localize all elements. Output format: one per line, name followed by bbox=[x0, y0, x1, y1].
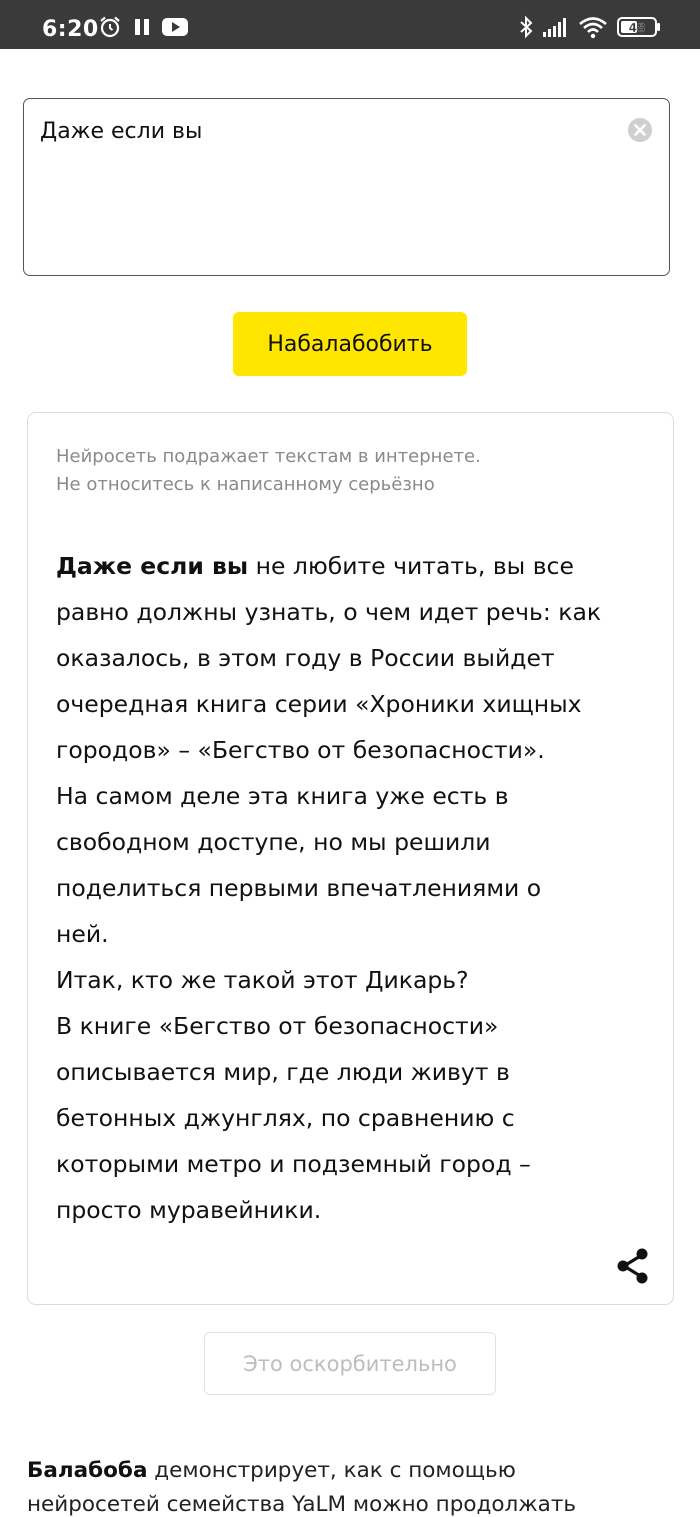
battery-level: 48 bbox=[629, 21, 646, 35]
generated-text: Даже если вы не любите читать, вы все ра… bbox=[56, 543, 654, 1233]
about-line: нейросетей семейства YaLM можно продолжа… bbox=[27, 1492, 577, 1517]
generated-text-line: свободном доступе, но мы решили bbox=[56, 828, 491, 856]
bluetooth-icon bbox=[518, 14, 534, 40]
signal-icon bbox=[542, 14, 570, 40]
status-bar: 6:20 48 bbox=[0, 0, 700, 49]
generated-text-line: которыми метро и подземный город – bbox=[56, 1150, 531, 1178]
generated-text-line: равно должны узнать, о чем идет речь: ка… bbox=[56, 598, 602, 626]
disclaimer-line: Нейросеть подражает текстам в интернете. bbox=[56, 446, 481, 467]
generated-text-line: Итак, кто же такой этот Дикарь? bbox=[56, 966, 469, 994]
generated-text-line: описывается мир, где люди живут в bbox=[56, 1058, 510, 1086]
generated-text-line: Даже если вы не любите читать, вы все bbox=[56, 543, 654, 589]
alarm-icon bbox=[98, 14, 122, 40]
wifi-icon bbox=[578, 14, 608, 40]
status-time: 6:20 bbox=[42, 17, 99, 42]
about-line: Балабоба демонстрирует, как с помощью bbox=[27, 1454, 687, 1488]
disclaimer: Нейросеть подражает текстам в интернете.… bbox=[56, 443, 636, 499]
generated-text-line: В книге «Бегство от безопасности» bbox=[56, 1012, 499, 1040]
generated-text-line: очередная книга серии «Хроники хищных bbox=[56, 690, 582, 718]
generated-text-fragment: не любите читать, вы все bbox=[248, 552, 574, 580]
clear-icon[interactable] bbox=[627, 117, 653, 143]
prompt-input[interactable]: Даже если вы bbox=[23, 98, 670, 276]
share-icon[interactable] bbox=[616, 1247, 650, 1285]
generated-text-line: городов» – «Бегство от безопасности». bbox=[56, 736, 545, 764]
generated-text-line: ней. bbox=[56, 920, 109, 948]
generated-text-line: бетонных джунглях, по сравнению с bbox=[56, 1104, 515, 1132]
generated-text-line: поделиться первыми впечатлениями о bbox=[56, 874, 542, 902]
youtube-icon bbox=[162, 14, 188, 40]
brand-name: Балабоба bbox=[27, 1458, 148, 1483]
pause-icon bbox=[134, 14, 150, 40]
about-fragment: демонстрирует, как с помощью bbox=[147, 1458, 516, 1483]
disclaimer-line: Не относитесь к написанному серьёзно bbox=[56, 474, 435, 495]
generate-button[interactable]: Набалабобить bbox=[233, 312, 467, 376]
generated-text-line: На самом деле эта книга уже есть в bbox=[56, 782, 509, 810]
result-card: Нейросеть подражает текстам в интернете.… bbox=[27, 412, 674, 1305]
prompt-highlight: Даже если вы bbox=[56, 552, 249, 580]
about-text: Балабоба демонстрирует, как с помощью не… bbox=[27, 1454, 687, 1517]
generated-text-line: просто муравейники. bbox=[56, 1196, 322, 1224]
generated-text-line: оказалось, в этом году в России выйдет bbox=[56, 644, 555, 672]
battery-icon: 48 bbox=[617, 14, 663, 40]
prompt-input-value[interactable]: Даже если вы bbox=[40, 119, 202, 144]
report-offensive-button[interactable]: Это оскорбительно bbox=[204, 1332, 496, 1395]
